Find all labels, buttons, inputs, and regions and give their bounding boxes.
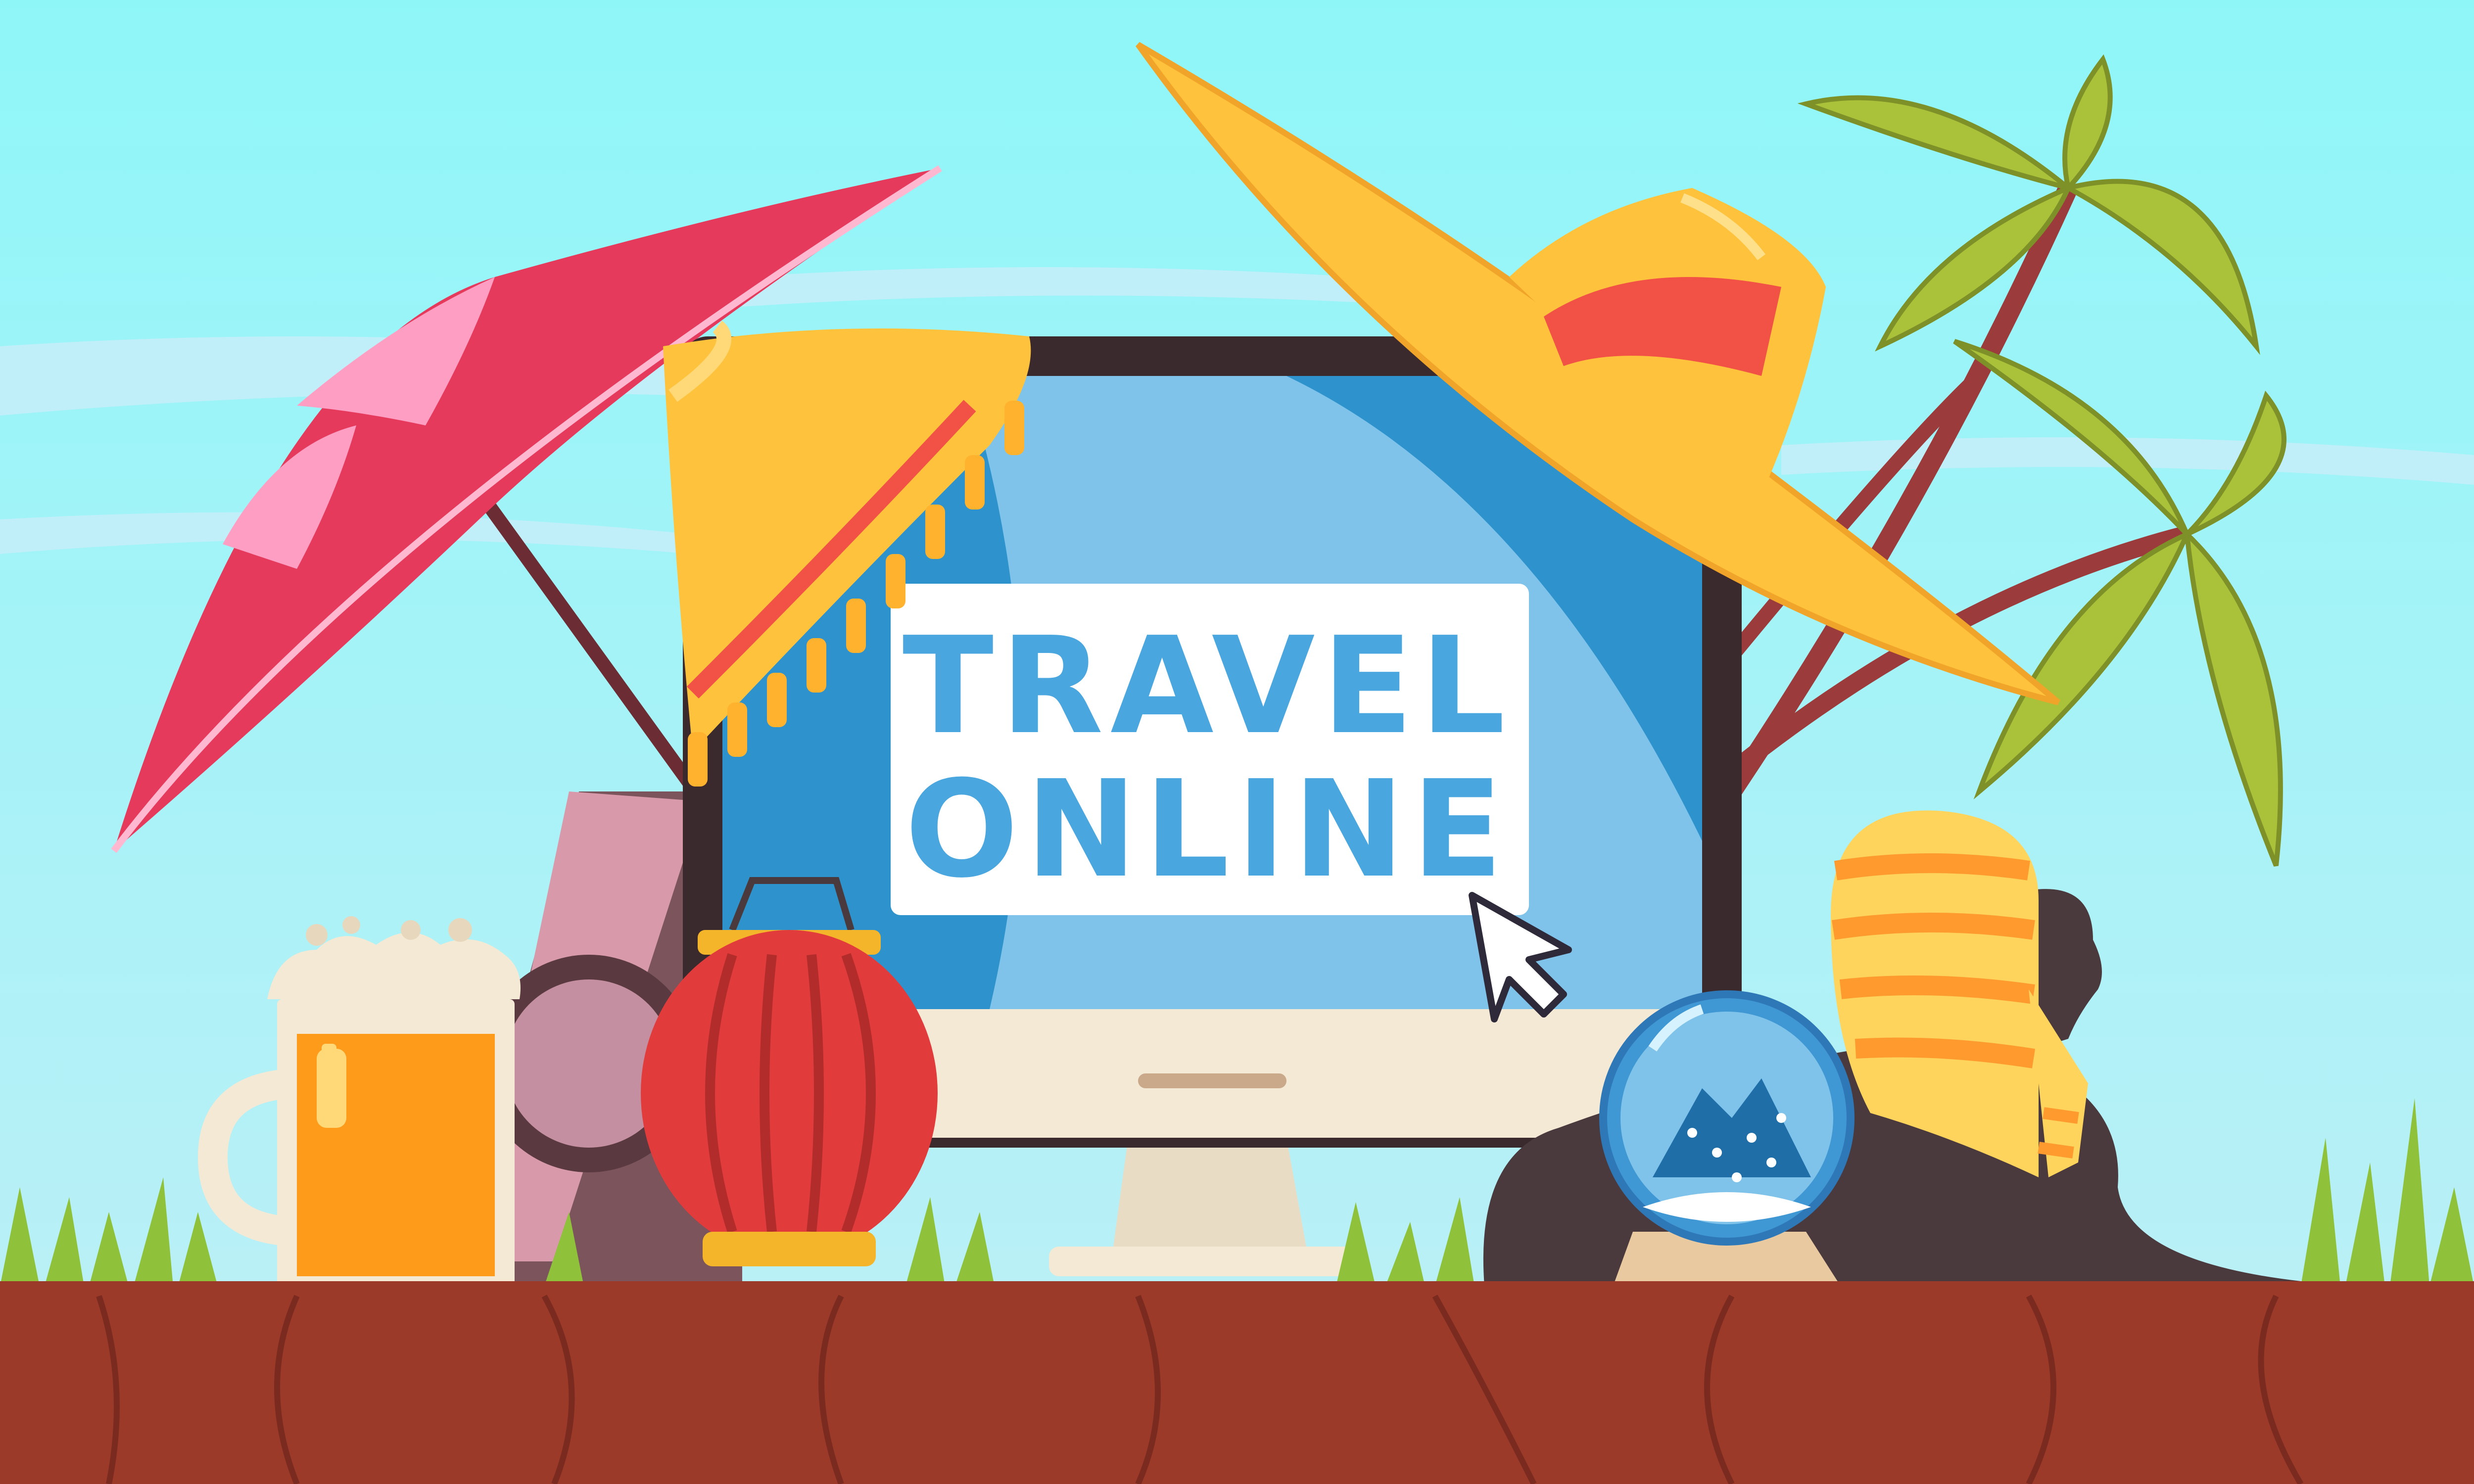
ground	[0, 1281, 2474, 1484]
travel-online-illustration: TRAVEL ONLINE	[0, 0, 2474, 1484]
screen-title-line1: TRAVEL	[903, 608, 1512, 764]
screen-title-line2: ONLINE	[905, 751, 1510, 907]
